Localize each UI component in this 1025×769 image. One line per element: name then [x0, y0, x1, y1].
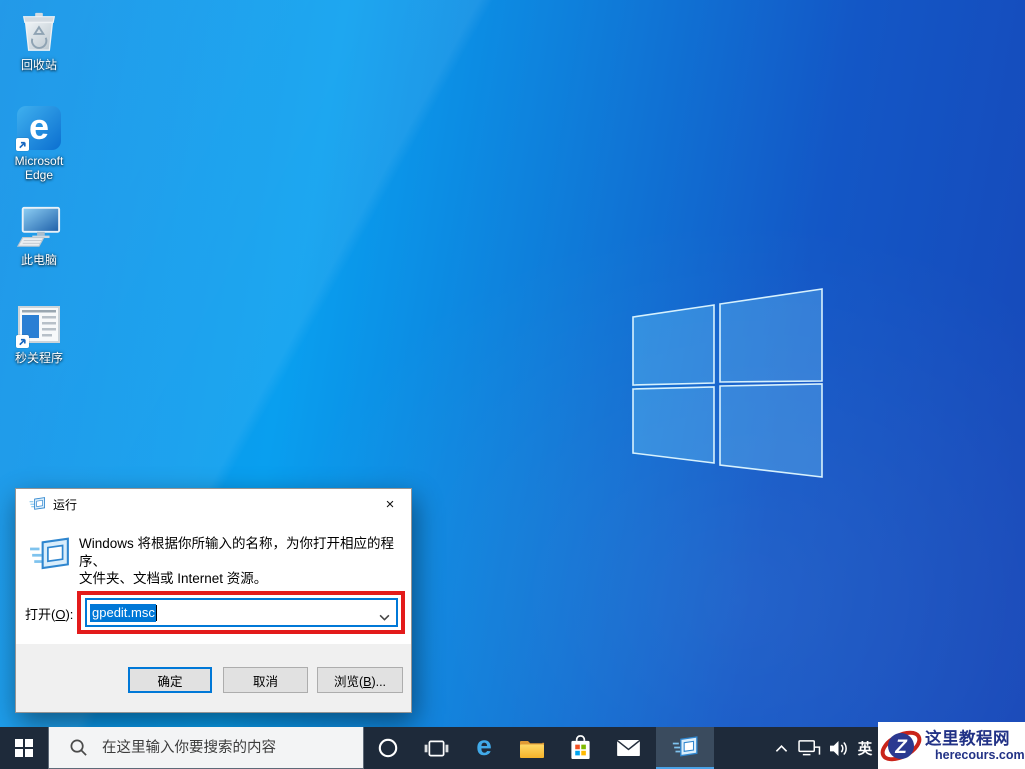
taskbar-edge-button[interactable]: e	[460, 727, 508, 769]
edge-icon: e	[476, 730, 492, 761]
desktop-icon-label: 此电脑	[20, 253, 57, 267]
desktop-icon-recycle-bin[interactable]: 回收站	[1, 8, 77, 72]
recycle-bin-icon	[16, 9, 62, 55]
shortcut-arrow-icon	[16, 138, 29, 151]
description-line2: 文件夹、文档或 Internet 资源。	[79, 571, 268, 586]
search-input[interactable]	[100, 738, 350, 757]
browse-button[interactable]: 浏览(B)...	[317, 667, 403, 693]
file-explorer-button[interactable]	[508, 727, 556, 769]
microsoft-store-button[interactable]	[556, 727, 604, 769]
tray-expand-button[interactable]	[768, 727, 794, 769]
dialog-titlebar[interactable]: 运行 ×	[16, 489, 411, 519]
desktop-icon-this-pc[interactable]: 此电脑	[1, 203, 77, 267]
cortana-button[interactable]	[364, 727, 412, 769]
close-icon[interactable]: ×	[369, 489, 411, 519]
cancel-button[interactable]: 取消	[223, 667, 308, 693]
this-pc-icon	[16, 205, 62, 249]
dialog-description: Windows 将根据你所输入的名称，为你打开相应的程序、 文件夹、文档或 In…	[79, 535, 409, 588]
text-caret	[155, 604, 157, 621]
taskbar-search[interactable]	[48, 727, 364, 769]
shortcut-arrow-icon	[16, 335, 29, 348]
run-command-value: gpedit.msc	[90, 603, 156, 622]
desktop-icon-microsoft-edge[interactable]: e Microsoft Edge	[1, 104, 77, 182]
watermark-logo-icon: Z	[880, 730, 922, 761]
search-icon	[69, 738, 88, 757]
ethernet-icon	[797, 739, 822, 758]
dropdown-icon[interactable]	[379, 608, 390, 626]
volume-button[interactable]	[824, 727, 852, 769]
ime-language-button[interactable]: 英	[852, 727, 878, 769]
desktop-icon-label: 回收站	[20, 58, 57, 72]
edge-letter: e	[28, 105, 50, 147]
task-view-icon	[424, 739, 449, 758]
task-view-button[interactable]	[412, 727, 460, 769]
start-button[interactable]	[0, 727, 48, 769]
run-window-icon	[672, 736, 699, 760]
watermark-site-name: 这里教程网	[925, 729, 1010, 748]
screen: 回收站 e Microsoft Edge 此电脑 秒关程序 运行 × Windo…	[0, 0, 1025, 769]
description-line1: Windows 将根据你所输入的名称，为你打开相应的程序、	[79, 536, 395, 569]
file-explorer-icon	[519, 738, 545, 759]
ok-button[interactable]: 确定	[128, 667, 212, 693]
taskbar: e 英 拼	[0, 727, 1025, 769]
run-dialog-icon	[29, 497, 46, 512]
dialog-title: 运行	[53, 497, 78, 512]
windows-start-icon	[15, 739, 33, 757]
watermark-logo-letter: Z	[894, 737, 908, 758]
chevron-up-icon	[775, 744, 788, 753]
network-status-button[interactable]	[794, 727, 824, 769]
cortana-icon	[378, 738, 398, 758]
watermark-site-url: herecours.com	[935, 747, 1025, 762]
mail-button[interactable]	[604, 727, 652, 769]
desktop-icon-program[interactable]: 秒关程序	[1, 301, 77, 365]
system-tray: 英 拼	[768, 727, 896, 769]
open-label: 打开(O):	[25, 607, 74, 622]
desktop-icon-label: Microsoft Edge	[14, 154, 64, 182]
windows-logo-wallpaper	[632, 288, 823, 478]
store-icon	[569, 735, 592, 761]
ime-indicator: 英	[857, 741, 873, 758]
speaker-icon	[828, 740, 849, 757]
site-watermark: Z 这里教程网 herecours.com	[878, 722, 1025, 769]
run-glyph-icon	[29, 537, 71, 575]
run-dialog: 运行 × Windows 将根据你所输入的名称，为你打开相应的程序、 文件夹、文…	[15, 488, 412, 713]
desktop-icon-label: 秒关程序	[14, 351, 63, 365]
run-command-combobox[interactable]: gpedit.msc	[85, 598, 398, 627]
annotation-highlight-box: gpedit.msc	[77, 591, 405, 634]
mail-icon	[616, 739, 641, 757]
watermark-text: 这里教程网 herecours.com	[925, 730, 1025, 762]
run-taskbar-button-active[interactable]	[656, 727, 714, 769]
dialog-footer: 确定 取消 浏览(B)...	[16, 644, 411, 712]
